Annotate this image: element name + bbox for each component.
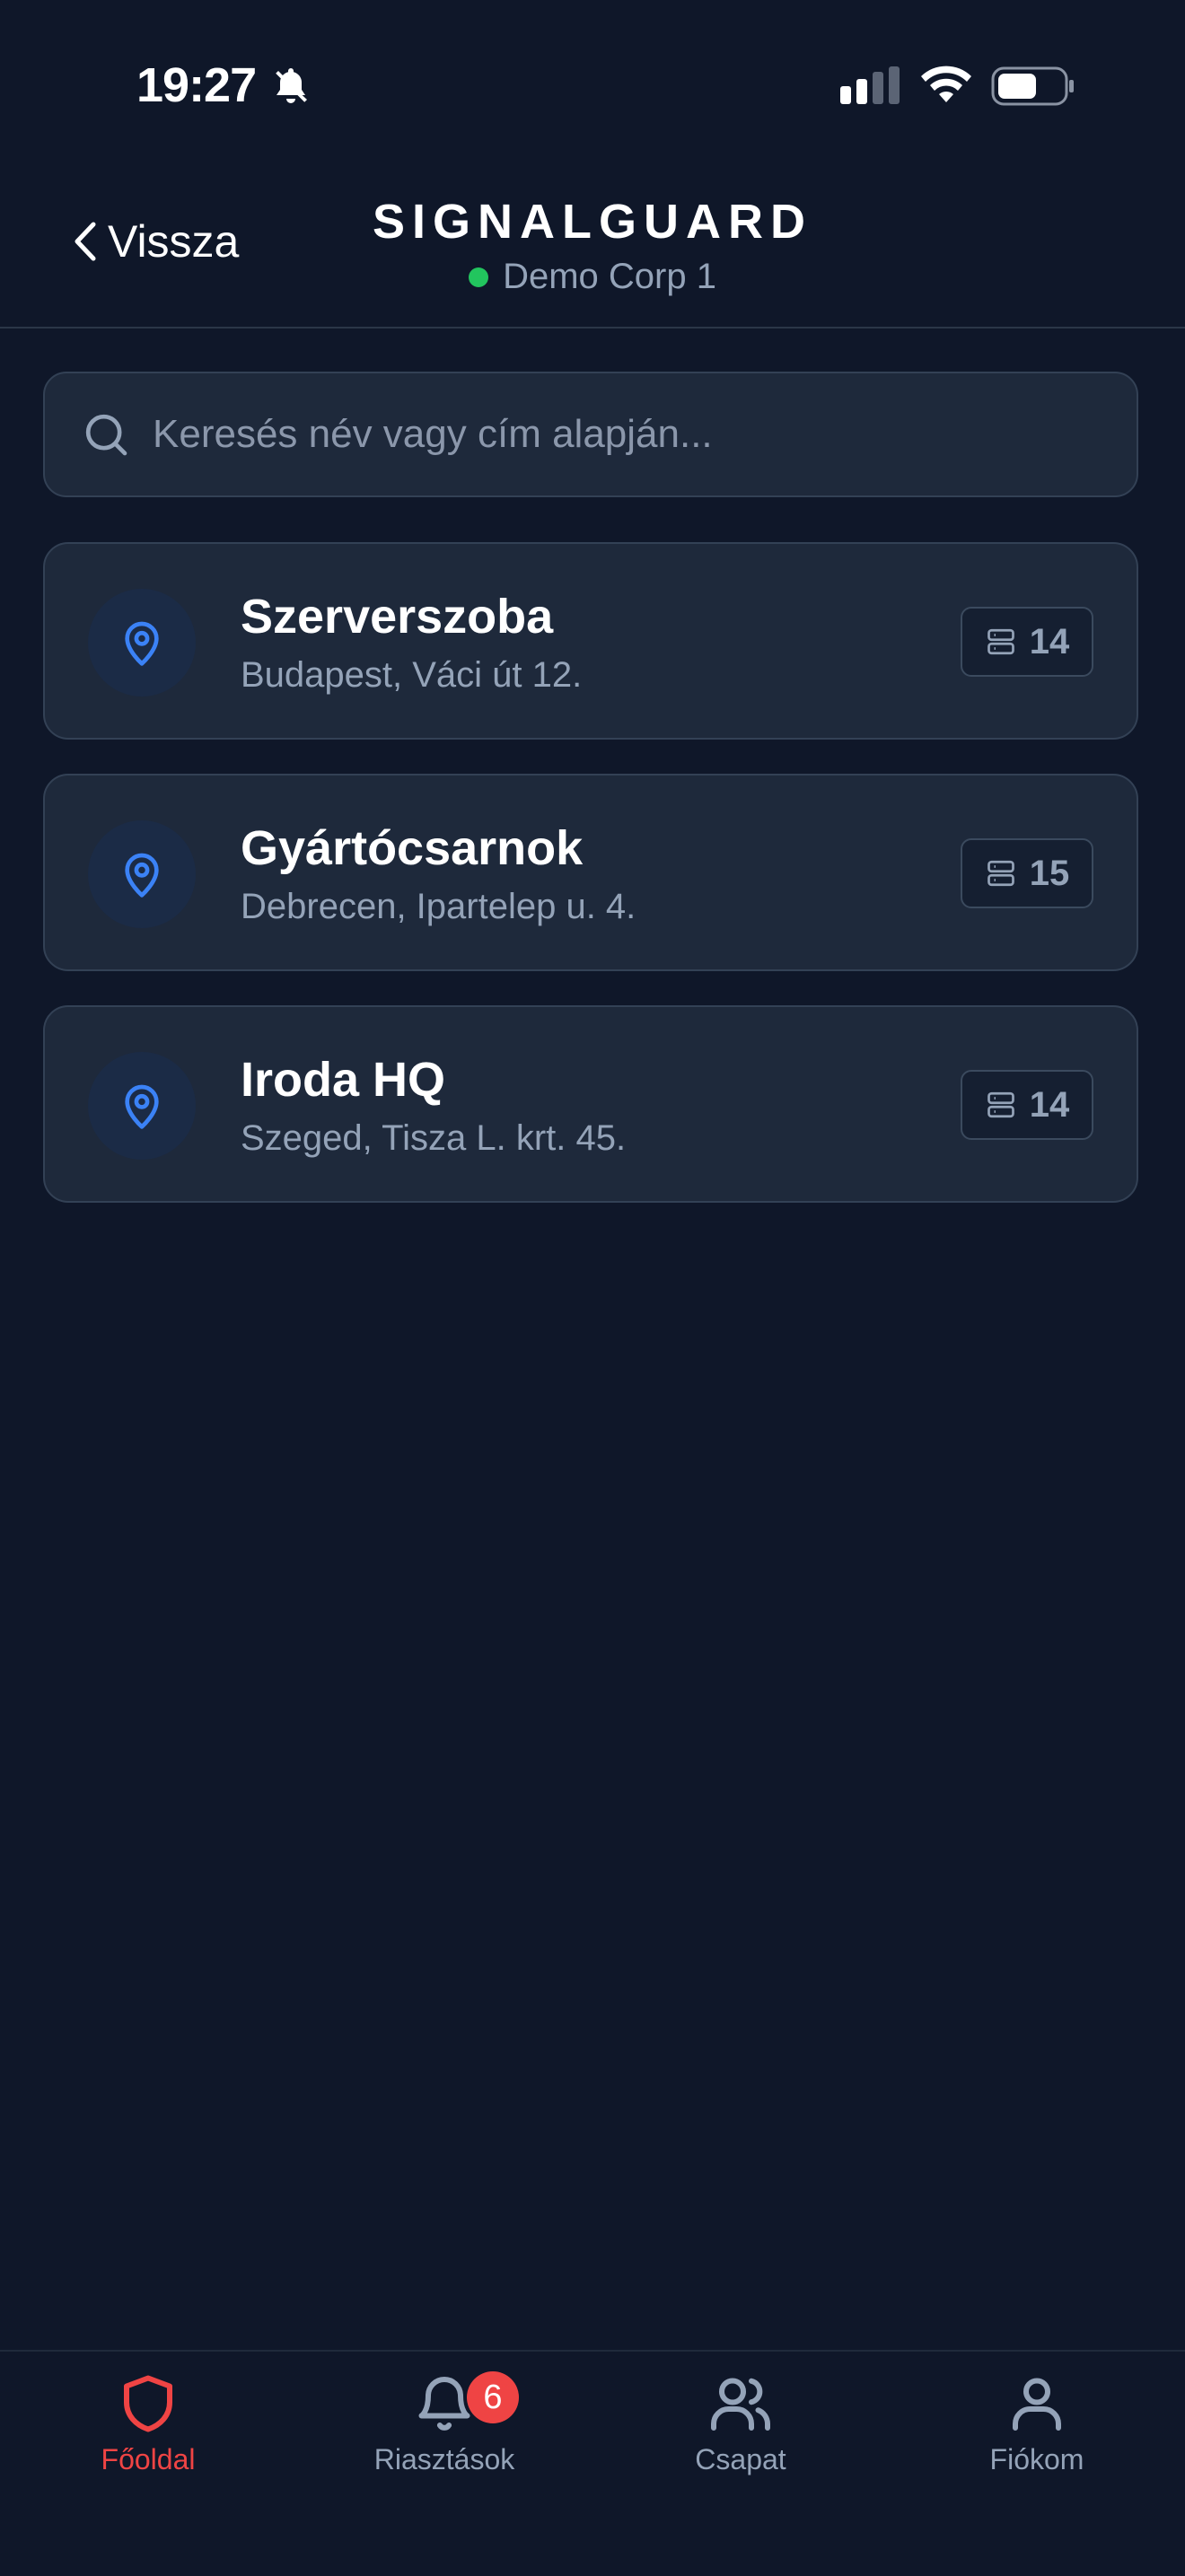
bottom-tab-bar: Főoldal 6 Riasztások Csapat Fiókom <box>0 2350 1185 2576</box>
device-count: 14 <box>1029 621 1070 662</box>
users-icon <box>711 2378 770 2431</box>
location-card[interactable]: Iroda HQ Szeged, Tisza L. krt. 45. 14 <box>43 1005 1138 1203</box>
location-name: Iroda HQ <box>241 1053 446 1107</box>
battery-icon <box>991 66 1074 106</box>
tab-home[interactable]: Főoldal <box>0 2371 296 2506</box>
device-count-badge: 14 <box>961 607 1093 677</box>
location-name: Gyártócsarnok <box>241 821 584 875</box>
location-card[interactable]: Szerverszoba Budapest, Váci út 12. 14 <box>43 542 1138 740</box>
user-icon <box>1013 2378 1061 2431</box>
tab-team[interactable]: Csapat <box>592 2371 889 2506</box>
device-count-badge: 15 <box>961 838 1093 908</box>
location-address: Budapest, Váci út 12. <box>241 655 583 695</box>
location-name: Szerverszoba <box>241 590 554 644</box>
server-icon <box>987 860 1014 887</box>
bell-off-icon <box>276 68 307 103</box>
map-pin-icon <box>125 853 159 898</box>
server-icon <box>987 1091 1014 1118</box>
server-icon <box>987 628 1014 655</box>
tab-label: Csapat <box>695 2443 786 2475</box>
app-title: SIGNALGUARD <box>373 195 812 249</box>
location-icon-circle <box>88 589 196 697</box>
device-count: 15 <box>1029 853 1070 893</box>
status-bar: 19:27 <box>0 0 1185 162</box>
search-bar <box>43 372 1138 497</box>
organization-name: Demo Corp 1 <box>503 257 716 296</box>
location-address: Szeged, Tisza L. krt. 45. <box>241 1118 627 1158</box>
shield-icon <box>124 2375 172 2432</box>
organization-indicator: Demo Corp 1 <box>0 257 1185 297</box>
online-status-dot <box>469 267 489 287</box>
alerts-count-badge: 6 <box>467 2371 519 2423</box>
tab-label: Főoldal <box>101 2443 196 2475</box>
device-count: 14 <box>1029 1084 1070 1125</box>
device-count-badge: 14 <box>961 1070 1093 1140</box>
search-icon <box>85 414 127 456</box>
app-header: Vissza SIGNALGUARD Demo Corp 1 <box>0 162 1185 329</box>
location-list: Szerverszoba Budapest, Váci út 12. 14 Gy… <box>43 542 1138 1237</box>
map-pin-icon <box>125 1084 159 1129</box>
tab-label: Riasztások <box>373 2443 515 2475</box>
search-input[interactable] <box>151 411 1137 458</box>
location-icon-circle <box>88 1052 196 1160</box>
status-time: 19:27 <box>136 58 257 112</box>
cellular-signal-icon <box>840 66 900 104</box>
wifi-icon <box>921 66 971 102</box>
tab-account[interactable]: Fiókom <box>889 2371 1185 2506</box>
tab-label: Fiókom <box>989 2443 1084 2475</box>
map-pin-icon <box>125 621 159 666</box>
tab-alerts[interactable]: 6 Riasztások <box>296 2371 592 2506</box>
location-icon-circle <box>88 820 196 928</box>
location-card[interactable]: Gyártócsarnok Debrecen, Ipartelep u. 4. … <box>43 774 1138 971</box>
location-address: Debrecen, Ipartelep u. 4. <box>241 887 636 926</box>
